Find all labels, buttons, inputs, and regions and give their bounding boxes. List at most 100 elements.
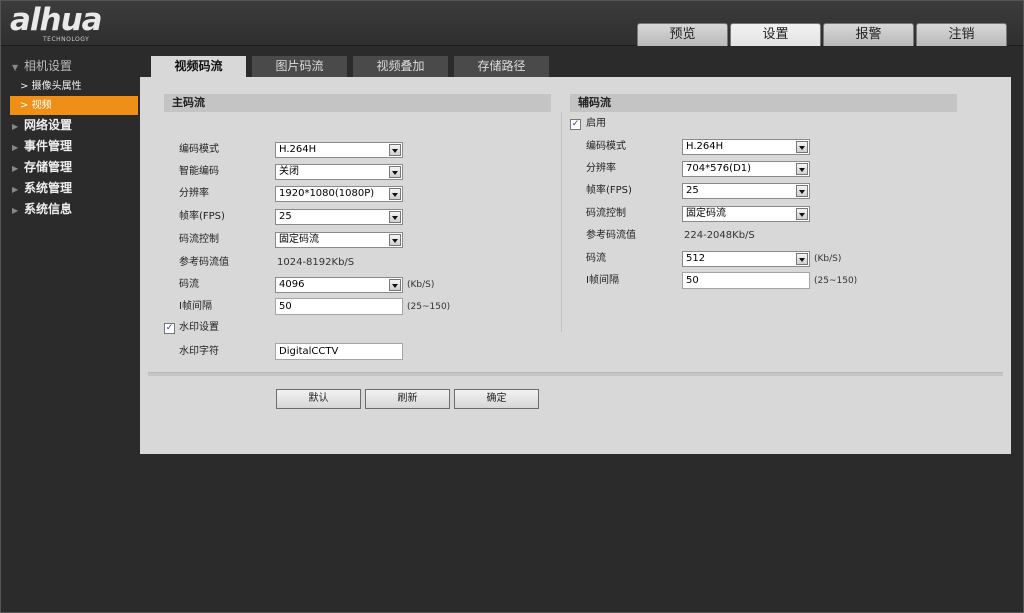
dropdown-arrow-icon (389, 166, 401, 178)
tab-snapshot-stream[interactable]: 图片码流 (252, 56, 347, 77)
sidebar-item-storage[interactable]: ▶ 存储管理 (0, 157, 140, 178)
main-iframe-interval-input[interactable]: 50 (275, 298, 403, 315)
main-smart-encode-label: 智能编码 (179, 166, 219, 177)
dropdown-arrow-icon (796, 253, 808, 265)
select-value: H.264H (686, 141, 724, 152)
sidebar-item-camera-settings[interactable]: ▼ 相机设置 (0, 56, 140, 77)
main-fps-select[interactable]: 25 (275, 209, 403, 225)
sub-stream-enable-checkbox[interactable]: ✓ (570, 119, 581, 130)
logo-subtitle: TECHNOLOGY (43, 36, 90, 43)
main-stream-header: 主码流 (164, 94, 551, 112)
sidebar-item-label: 事件管理 (24, 139, 73, 153)
top-nav: 预览 设置 报警 注销 (637, 23, 1007, 46)
main-bitrate-unit: (Kb/S) (407, 280, 435, 290)
select-value: 25 (686, 185, 699, 196)
dropdown-arrow-icon (389, 211, 401, 223)
dropdown-arrow-icon (389, 144, 401, 156)
form-divider (148, 372, 1003, 376)
chevron-right-icon: > (20, 100, 29, 111)
select-value: 固定码流 (686, 208, 726, 219)
tab-settings[interactable]: 设置 (730, 23, 821, 46)
dropdown-arrow-icon (796, 163, 808, 175)
select-value: 关闭 (279, 166, 299, 177)
sidebar-item-label: 视频 (31, 100, 52, 111)
sidebar-item-events[interactable]: ▶ 事件管理 (0, 136, 140, 157)
tab-video-overlay[interactable]: 视频叠加 (353, 56, 448, 77)
video-subtabs: 视频码流 图片码流 视频叠加 存储路径 (140, 56, 549, 77)
triangle-right-icon: ▶ (12, 185, 19, 194)
sub-stream-header: 辅码流 (570, 94, 957, 112)
main-iframe-range: (25~150) (407, 302, 451, 312)
sidebar-item-label: 网络设置 (24, 118, 73, 132)
main-bitrate-label: 码流 (179, 279, 199, 290)
sub-iframe-interval-input[interactable]: 50 (682, 272, 810, 289)
sidebar: ▼ 相机设置 > 摄像头属性 > 视频 ▶ 网络设置 ▶ 事件管理 ▶ 存储管理 ▶ 系统… (0, 56, 140, 220)
main-bitrate-control-label: 码流控制 (179, 234, 219, 245)
sub-encode-mode-label: 编码模式 (586, 141, 626, 152)
main-reference-bitrate-value: 1024-8192Kb/S (277, 257, 355, 268)
sub-encode-mode-select[interactable]: H.264H (682, 139, 810, 155)
sub-reference-bitrate-label: 参考码流值 (586, 230, 636, 241)
watermark-text-input[interactable]: DigitalCCTV (275, 343, 403, 360)
sidebar-item-label: 相机设置 (24, 59, 73, 73)
main-smart-encode-select[interactable]: 关闭 (275, 164, 403, 180)
select-value: 704*576(D1) (686, 163, 752, 174)
tab-preview[interactable]: 预览 (637, 23, 728, 46)
dropdown-arrow-icon (796, 208, 808, 220)
sidebar-item-label: 系统信息 (24, 202, 73, 216)
watermark-settings-label: 水印设置 (179, 322, 219, 333)
select-value: 4096 (279, 279, 305, 290)
tab-video-stream[interactable]: 视频码流 (151, 56, 246, 77)
tab-alarm[interactable]: 报警 (823, 23, 914, 46)
main-encode-mode-select[interactable]: H.264H (275, 142, 403, 158)
chevron-right-icon: > (20, 81, 29, 92)
sub-resolution-select[interactable]: 704*576(D1) (682, 161, 810, 177)
select-value: 512 (686, 253, 706, 264)
logo: alhua TECHNOLOGY (10, 2, 125, 44)
sidebar-item-system-info[interactable]: ▶ 系统信息 (0, 199, 140, 220)
ok-button[interactable]: 确定 (454, 389, 539, 409)
main-bitrate-select[interactable]: 4096 (275, 277, 403, 293)
sub-bitrate-control-label: 码流控制 (586, 208, 626, 219)
sidebar-item-network[interactable]: ▶ 网络设置 (0, 115, 140, 136)
sub-bitrate-control-select[interactable]: 固定码流 (682, 206, 810, 222)
sub-stream-enable-label: 启用 (586, 118, 606, 129)
default-button[interactable]: 默认 (276, 389, 361, 409)
triangle-right-icon: ▶ (12, 164, 19, 173)
tab-logout[interactable]: 注销 (916, 23, 1007, 46)
sidebar-item-video[interactable]: > 视频 (10, 96, 138, 115)
sidebar-item-label: 存储管理 (24, 160, 73, 174)
sub-reference-bitrate-value: 224-2048Kb/S (684, 230, 755, 241)
settings-panel (140, 77, 1011, 454)
watermark-checkbox[interactable]: ✓ (164, 323, 175, 334)
dropdown-arrow-icon (389, 188, 401, 200)
column-divider (561, 112, 562, 332)
tab-storage-path[interactable]: 存储路径 (454, 56, 549, 77)
dropdown-arrow-icon (389, 234, 401, 246)
main-fps-label: 帧率(FPS) (179, 211, 225, 222)
main-reference-bitrate-label: 参考码流值 (179, 257, 229, 268)
sidebar-item-system[interactable]: ▶ 系统管理 (0, 178, 140, 199)
triangle-right-icon: ▶ (12, 206, 19, 215)
sub-fps-select[interactable]: 25 (682, 183, 810, 199)
select-value: 固定码流 (279, 234, 319, 245)
watermark-text-label: 水印字符 (179, 346, 219, 357)
sidebar-item-label: 系统管理 (24, 181, 73, 195)
sub-fps-label: 帧率(FPS) (586, 185, 632, 196)
sub-iframe-interval-label: I帧间隔 (586, 275, 619, 286)
main-bitrate-control-select[interactable]: 固定码流 (275, 232, 403, 248)
main-encode-mode-label: 编码模式 (179, 144, 219, 155)
sub-iframe-range: (25~150) (814, 276, 858, 286)
dropdown-arrow-icon (796, 185, 808, 197)
sub-bitrate-unit: (Kb/S) (814, 254, 842, 264)
logo-text: alhua (10, 2, 103, 38)
triangle-right-icon: ▶ (12, 143, 19, 152)
select-value: 25 (279, 211, 292, 222)
select-value: 1920*1080(1080P) (279, 188, 375, 199)
main-resolution-select[interactable]: 1920*1080(1080P) (275, 186, 403, 202)
dropdown-arrow-icon (796, 141, 808, 153)
refresh-button[interactable]: 刷新 (365, 389, 450, 409)
sub-bitrate-select[interactable]: 512 (682, 251, 810, 267)
sidebar-item-camera-properties[interactable]: > 摄像头属性 (0, 77, 140, 96)
select-value: H.264H (279, 144, 317, 155)
